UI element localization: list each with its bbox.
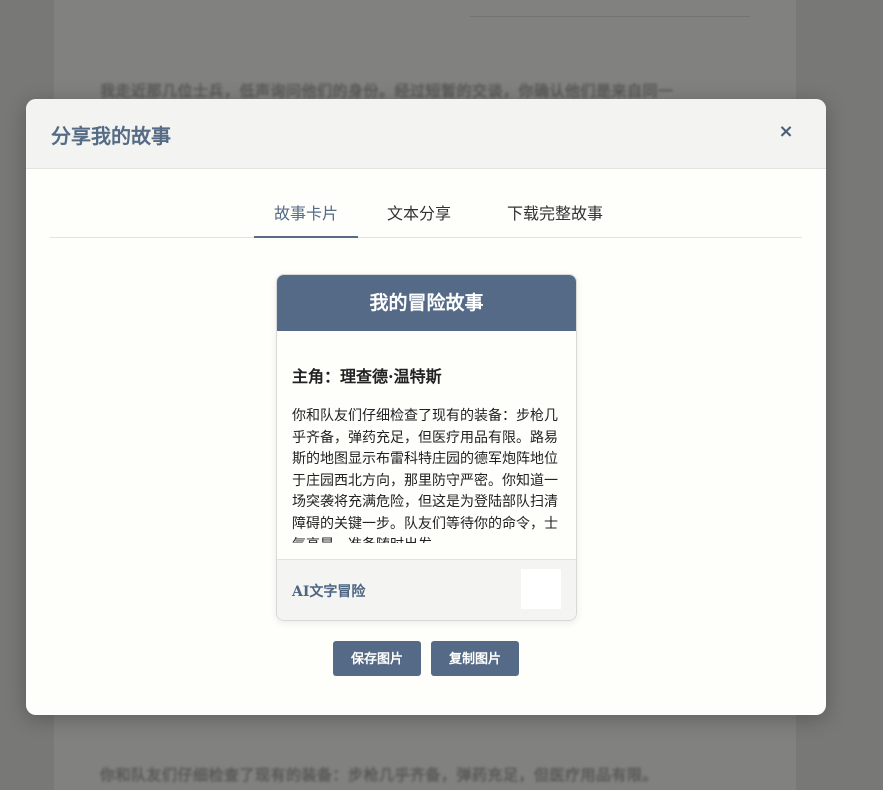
qr-code-placeholder	[521, 569, 561, 609]
close-icon[interactable]: ×	[774, 119, 798, 145]
save-image-button[interactable]: 保存图片	[333, 641, 421, 676]
modal-header: 分享我的故事 ×	[26, 99, 826, 169]
share-tabs: 故事卡片 文本分享 下载完整故事	[50, 198, 802, 238]
card-protagonist: 主角：理查德·温特斯	[292, 367, 442, 386]
tab-download-story[interactable]: 下载完整故事	[480, 198, 630, 236]
share-modal: 分享我的故事 × 故事卡片 文本分享 下载完整故事 我的冒险故事 主角：理查德·…	[26, 99, 826, 715]
story-card: 我的冒险故事 主角：理查德·温特斯 你和队友们仔细检查了现有的装备：步枪几乎齐备…	[276, 274, 577, 621]
tab-story-card[interactable]: 故事卡片	[254, 198, 358, 238]
card-brand: AI文字冒险	[292, 584, 366, 600]
card-footer: AI文字冒险	[277, 559, 576, 620]
card-story-text: 你和队友们仔细检查了现有的装备：步枪几乎齐备，弹药充足，但医疗用品有限。路易斯的…	[292, 408, 558, 543]
copy-image-button[interactable]: 复制图片	[431, 641, 519, 676]
tab-text-share[interactable]: 文本分享	[368, 198, 470, 236]
modal-title: 分享我的故事	[51, 124, 171, 148]
card-title: 我的冒险故事	[277, 275, 576, 331]
